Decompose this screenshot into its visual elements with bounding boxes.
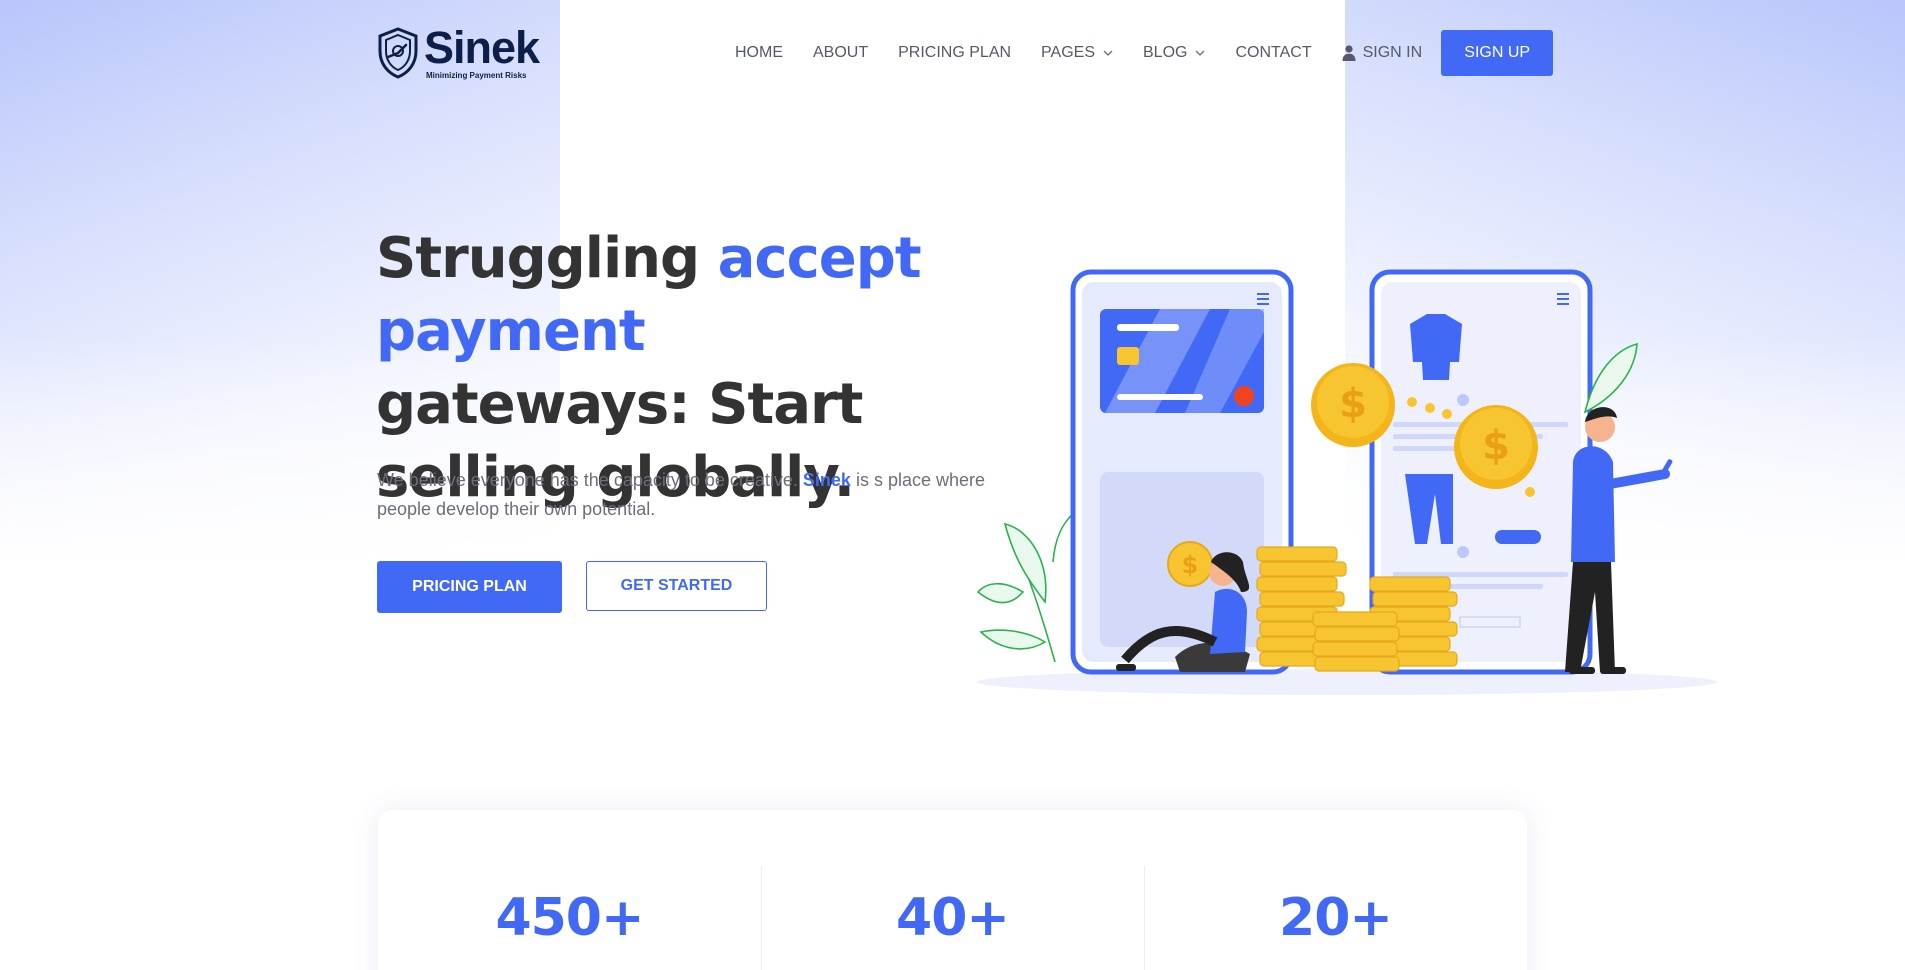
nav-item-label: CONTACT bbox=[1235, 44, 1312, 61]
dollar-coin-icon: $ bbox=[1167, 541, 1213, 587]
nav-item-label: HOME bbox=[735, 44, 783, 61]
plant-right bbox=[1583, 342, 1638, 414]
hero-title-part: Struggling bbox=[376, 226, 718, 291]
hero-description: We believe everyone has the capacity to … bbox=[377, 466, 987, 524]
nav-item-label: ABOUT bbox=[813, 44, 869, 61]
stat-item: 40+ bbox=[761, 810, 1144, 970]
logo-wordmark: Sinek bbox=[424, 22, 540, 73]
signin-label: SIGN IN bbox=[1362, 44, 1423, 61]
stats-panel: 450+ 40+ 20+ bbox=[378, 810, 1527, 970]
hero-desc-brand: Sinek bbox=[802, 470, 851, 490]
logo[interactable]: Sinek Minimizing Payment Risks bbox=[376, 22, 540, 80]
nav-item-label: PRICING PLAN bbox=[898, 44, 1012, 61]
nav-item-about[interactable]: ABOUT bbox=[813, 44, 868, 62]
nav-item-contact[interactable]: CONTACT bbox=[1235, 44, 1311, 62]
nav-item-label: PAGES bbox=[1041, 44, 1095, 61]
stat-item: 450+ bbox=[378, 810, 761, 970]
nav-item-blog[interactable]: BLOG bbox=[1143, 44, 1205, 62]
signup-button[interactable]: SIGN UP bbox=[1441, 30, 1554, 76]
payment-illustration: $ $ $ bbox=[976, 269, 1717, 695]
nav-item-label: BLOG bbox=[1143, 44, 1188, 61]
user-icon bbox=[1342, 45, 1356, 61]
stat-value: 450+ bbox=[495, 888, 644, 948]
hero-desc-text: We believe everyone has the capacity to … bbox=[377, 470, 803, 490]
svg-text:$: $ bbox=[1182, 551, 1199, 579]
stat-item: 20+ bbox=[1144, 810, 1527, 970]
nav-item-home[interactable]: HOME bbox=[735, 44, 783, 62]
dollar-coin-icon: $ bbox=[1454, 405, 1538, 489]
chevron-down-icon bbox=[1196, 50, 1205, 56]
chevron-down-icon bbox=[1103, 50, 1113, 56]
pricing-plan-button[interactable]: PRICING PLAN bbox=[377, 561, 562, 613]
plant-left bbox=[976, 511, 1076, 663]
stat-value: 20+ bbox=[1279, 888, 1393, 948]
dollar-coin-icon: $ bbox=[1311, 363, 1395, 447]
svg-text:$: $ bbox=[1482, 423, 1510, 469]
nav-item-pages[interactable]: PAGES bbox=[1041, 44, 1113, 62]
get-started-button[interactable]: GET STARTED bbox=[586, 561, 767, 611]
nav-item-pricing-plan[interactable]: PRICING PLAN bbox=[898, 44, 1011, 62]
svg-text:$: $ bbox=[1339, 381, 1367, 427]
shield-icon bbox=[378, 27, 418, 79]
logo-tagline: Minimizing Payment Risks bbox=[426, 71, 527, 80]
main-nav: HOME ABOUT PRICING PLAN PAGES BLOG CONTA… bbox=[735, 30, 1554, 76]
signin-link[interactable]: SIGN IN bbox=[1342, 44, 1423, 62]
stat-value: 40+ bbox=[896, 888, 1010, 948]
